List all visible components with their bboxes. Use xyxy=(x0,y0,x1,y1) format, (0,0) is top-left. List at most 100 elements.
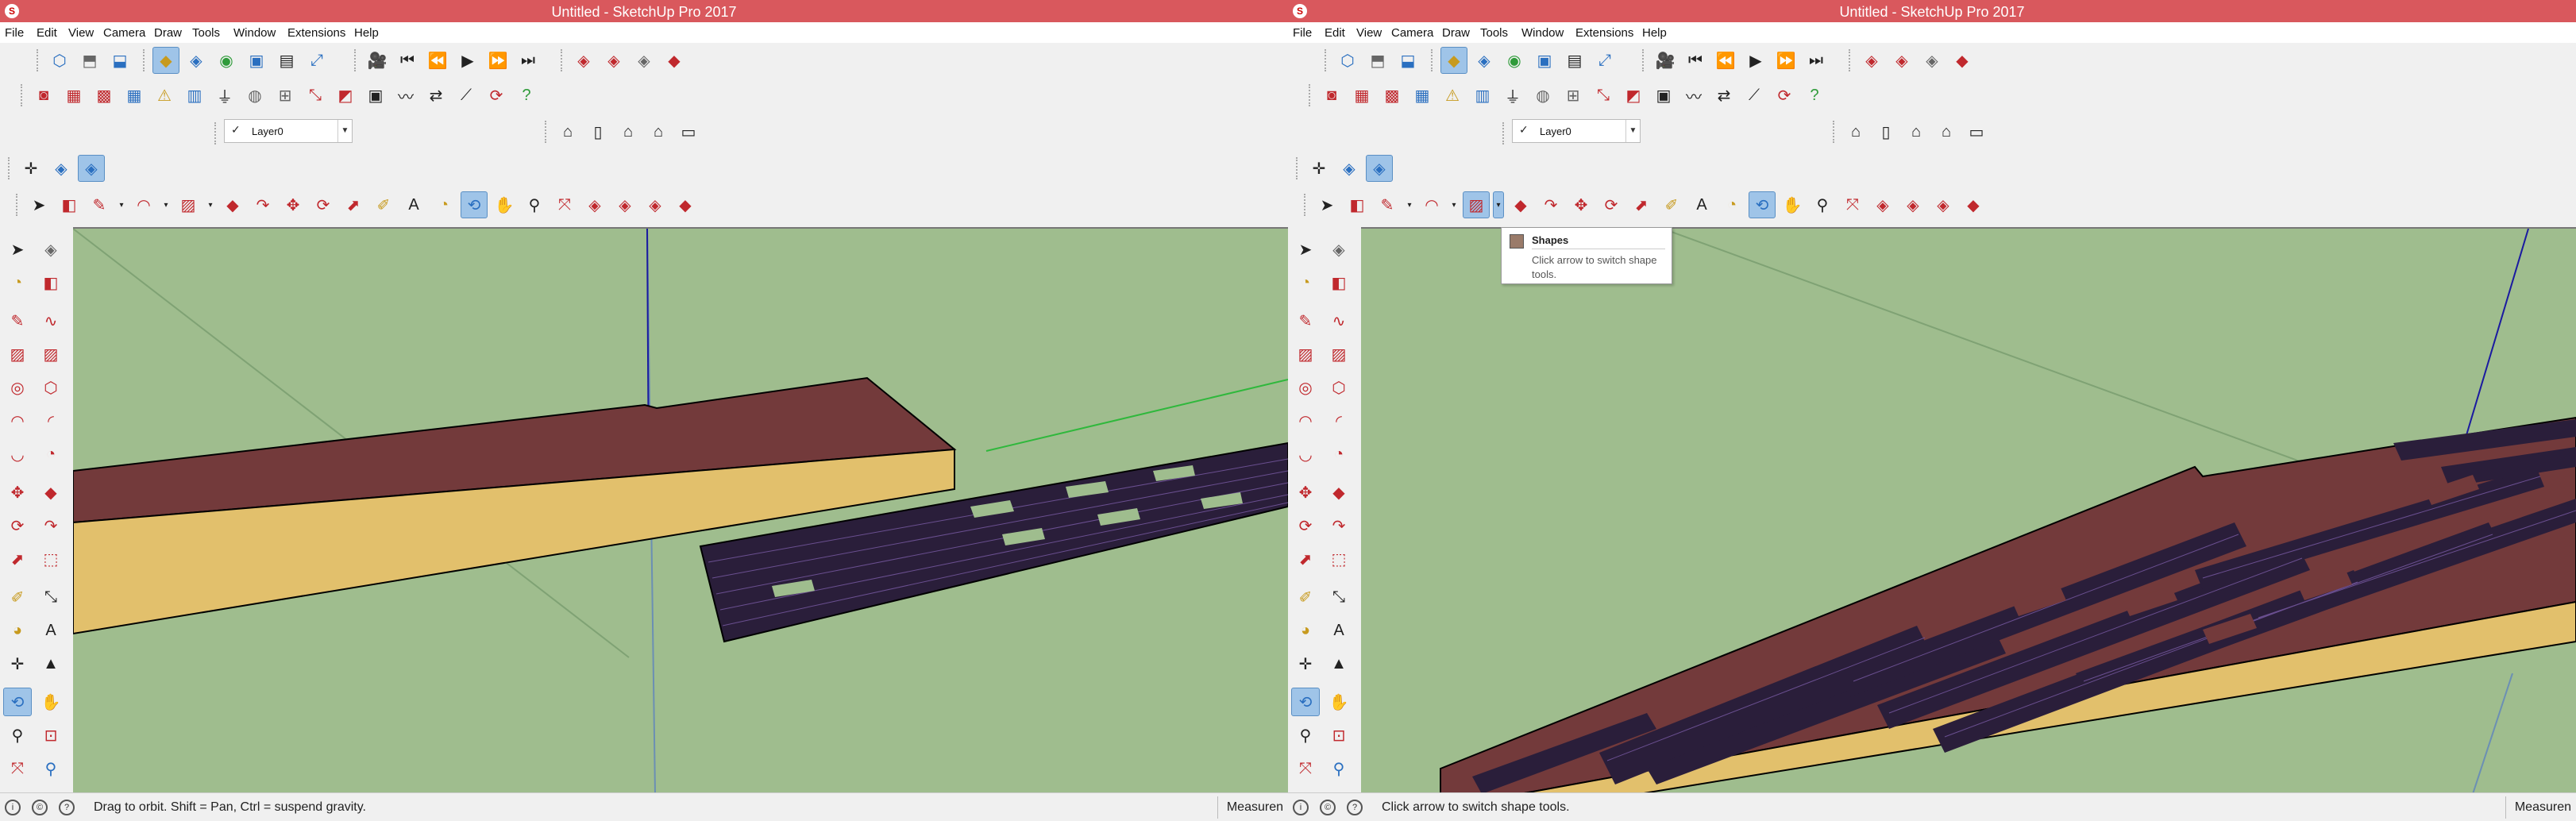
orbit-icon[interactable]: ⟲ xyxy=(461,191,488,218)
credits-icon[interactable]: © xyxy=(1320,800,1336,815)
rotate-icon[interactable]: ⟳ xyxy=(310,191,337,218)
house-icon[interactable]: ⌂ xyxy=(615,118,642,145)
zoom-extents-icon[interactable]: ⤧ xyxy=(3,754,32,783)
ext-warehouse-icon[interactable]: ◈ xyxy=(611,191,638,218)
section-plane-icon[interactable]: ▣ xyxy=(1531,47,1558,74)
ruby-icon[interactable]: ◆ xyxy=(1960,191,1987,218)
protractor-icon[interactable]: ◕ xyxy=(1291,616,1320,645)
zoom-window-icon[interactable]: ⊡ xyxy=(1325,721,1353,750)
top-view-icon[interactable]: ⬒ xyxy=(1364,47,1391,74)
scale-icon[interactable]: ⤡ xyxy=(302,82,329,109)
toolbar-handle[interactable] xyxy=(16,194,19,216)
follow-me-icon[interactable]: ↷ xyxy=(37,511,65,540)
toolbar-handle[interactable] xyxy=(1502,122,1506,145)
move-icon[interactable]: ✥ xyxy=(280,191,307,218)
toolbar-handle[interactable] xyxy=(1296,157,1299,179)
select-icon[interactable]: ➤ xyxy=(25,191,52,218)
freehand-icon[interactable]: ∿ xyxy=(37,306,65,335)
house-window-icon[interactable]: ▭ xyxy=(675,118,702,145)
geo-location-icon[interactable]: i xyxy=(1293,800,1309,815)
style2-icon[interactable]: ◈ xyxy=(78,155,105,182)
iso-view-icon[interactable]: ⬡ xyxy=(46,47,73,74)
top-view-icon[interactable]: ⬒ xyxy=(76,47,103,74)
menu-window[interactable]: Window xyxy=(233,26,276,40)
ext-warehouse-icon[interactable]: ◈ xyxy=(1899,191,1926,218)
zoom-window-icon[interactable]: ⊡ xyxy=(37,721,65,750)
zoom-icon[interactable]: ⚲ xyxy=(1809,191,1836,218)
print-icon[interactable]: ▩ xyxy=(91,82,118,109)
tape-measure-icon[interactable]: ✐ xyxy=(1658,191,1685,218)
line-icon[interactable]: ✎ xyxy=(1291,306,1320,335)
rotated-rectangle-icon[interactable]: ▨ xyxy=(37,340,65,368)
toolbar-handle[interactable] xyxy=(1325,49,1328,71)
push-pull-icon[interactable]: ◆ xyxy=(37,478,65,507)
zoom-icon[interactable]: ⚲ xyxy=(1291,721,1320,750)
front-view-icon[interactable]: ⬓ xyxy=(1394,47,1421,74)
user-icon[interactable]: ? xyxy=(59,800,75,815)
section-cut-icon[interactable]: ⤢ xyxy=(1591,47,1618,74)
front-view-icon[interactable]: ⬓ xyxy=(106,47,133,74)
text-icon[interactable]: A xyxy=(1688,191,1715,218)
play-icon[interactable]: ▶ xyxy=(454,47,481,74)
toolbar-handle[interactable] xyxy=(1431,49,1434,71)
pencil-icon[interactable]: ✎ xyxy=(1374,191,1401,218)
warehouse-icon[interactable]: ◈ xyxy=(1858,47,1885,74)
house-window-icon[interactable]: ▭ xyxy=(1963,118,1990,145)
camera-icon[interactable]: 🎥 xyxy=(364,47,391,74)
select-icon[interactable]: ➤ xyxy=(3,235,32,264)
monochrome-icon[interactable]: ◉ xyxy=(213,47,240,74)
push-pull-icon[interactable]: ◆ xyxy=(1325,478,1353,507)
house-roof-icon[interactable]: ⌂ xyxy=(1933,118,1960,145)
shaded-icon[interactable]: ◆ xyxy=(152,47,179,74)
style-icon[interactable]: ◈ xyxy=(1336,155,1363,182)
send-to-layout-icon[interactable]: ◈ xyxy=(1919,47,1945,74)
3d-text-icon[interactable]: ▲ xyxy=(37,649,65,678)
extension-warehouse-icon[interactable]: ◈ xyxy=(600,47,627,74)
dynamic-component-icon[interactable]: ⟳ xyxy=(1771,82,1798,109)
dimension-icon[interactable]: ⤡ xyxy=(37,583,65,611)
save-icon[interactable]: ▦ xyxy=(1348,82,1375,109)
sandbox-icon[interactable]: 〰 xyxy=(392,82,419,109)
toolbar-handle[interactable] xyxy=(354,49,357,71)
last-scene-icon[interactable]: ⏭ xyxy=(515,47,542,74)
menu-extensions[interactable]: Extensions xyxy=(287,26,345,40)
follow-me-icon[interactable]: ↷ xyxy=(249,191,276,218)
make-component-icon[interactable]: ◈ xyxy=(1325,235,1353,264)
menu-edit[interactable]: Edit xyxy=(37,26,57,40)
scale-icon[interactable]: ⬈ xyxy=(1291,545,1320,573)
zoom-extents-icon[interactable]: ⤧ xyxy=(1291,754,1320,783)
arc-icon[interactable]: ◠ xyxy=(1418,191,1445,218)
pan-icon[interactable]: ✋ xyxy=(1779,191,1806,218)
menu-edit[interactable]: Edit xyxy=(1325,26,1345,40)
rectangle-icon[interactable]: ▨ xyxy=(1291,340,1320,368)
freehand-icon[interactable]: ∿ xyxy=(1325,306,1353,335)
push-pull-icon[interactable]: ◆ xyxy=(219,191,246,218)
grid-icon[interactable]: ⊞ xyxy=(1560,82,1587,109)
help-icon[interactable]: ? xyxy=(1801,82,1828,109)
print-icon[interactable]: ▩ xyxy=(1379,82,1406,109)
rotate-icon[interactable]: ⟳ xyxy=(1598,191,1625,218)
move-icon[interactable]: ✥ xyxy=(1568,191,1595,218)
tape-icon[interactable]: ⟋ xyxy=(453,82,480,109)
next-scene-icon[interactable]: ⏩ xyxy=(484,47,511,74)
toolbar-handle[interactable] xyxy=(214,122,218,145)
solid-tools-icon[interactable]: ◍ xyxy=(1529,82,1556,109)
pan-icon[interactable]: ✋ xyxy=(1325,688,1353,716)
section-plane-icon[interactable]: ▣ xyxy=(243,47,270,74)
warehouse-icon[interactable]: ◈ xyxy=(570,47,597,74)
pie-icon[interactable]: ◔ xyxy=(37,440,65,468)
position-camera-icon[interactable]: ⚲ xyxy=(37,754,65,783)
menu-draw[interactable]: Draw xyxy=(1442,26,1470,40)
open-icon[interactable]: ◙ xyxy=(1318,82,1345,109)
house-door-icon[interactable]: ▯ xyxy=(1872,118,1899,145)
rotate-icon[interactable]: ⟳ xyxy=(1291,511,1320,540)
style-icon[interactable]: ◈ xyxy=(48,155,75,182)
toolbar-handle[interactable] xyxy=(1849,49,1852,71)
sandbox-icon[interactable]: 〰 xyxy=(1680,82,1707,109)
shapes-icon[interactable]: ▨ xyxy=(1463,191,1490,218)
rotated-rectangle-icon[interactable]: ▨ xyxy=(1325,340,1353,368)
shapes-dropdown-icon[interactable]: ▾ xyxy=(1493,191,1504,218)
save-icon[interactable]: ▦ xyxy=(60,82,87,109)
house-door-icon[interactable]: ▯ xyxy=(584,118,611,145)
eraser-icon[interactable]: ◧ xyxy=(56,191,83,218)
